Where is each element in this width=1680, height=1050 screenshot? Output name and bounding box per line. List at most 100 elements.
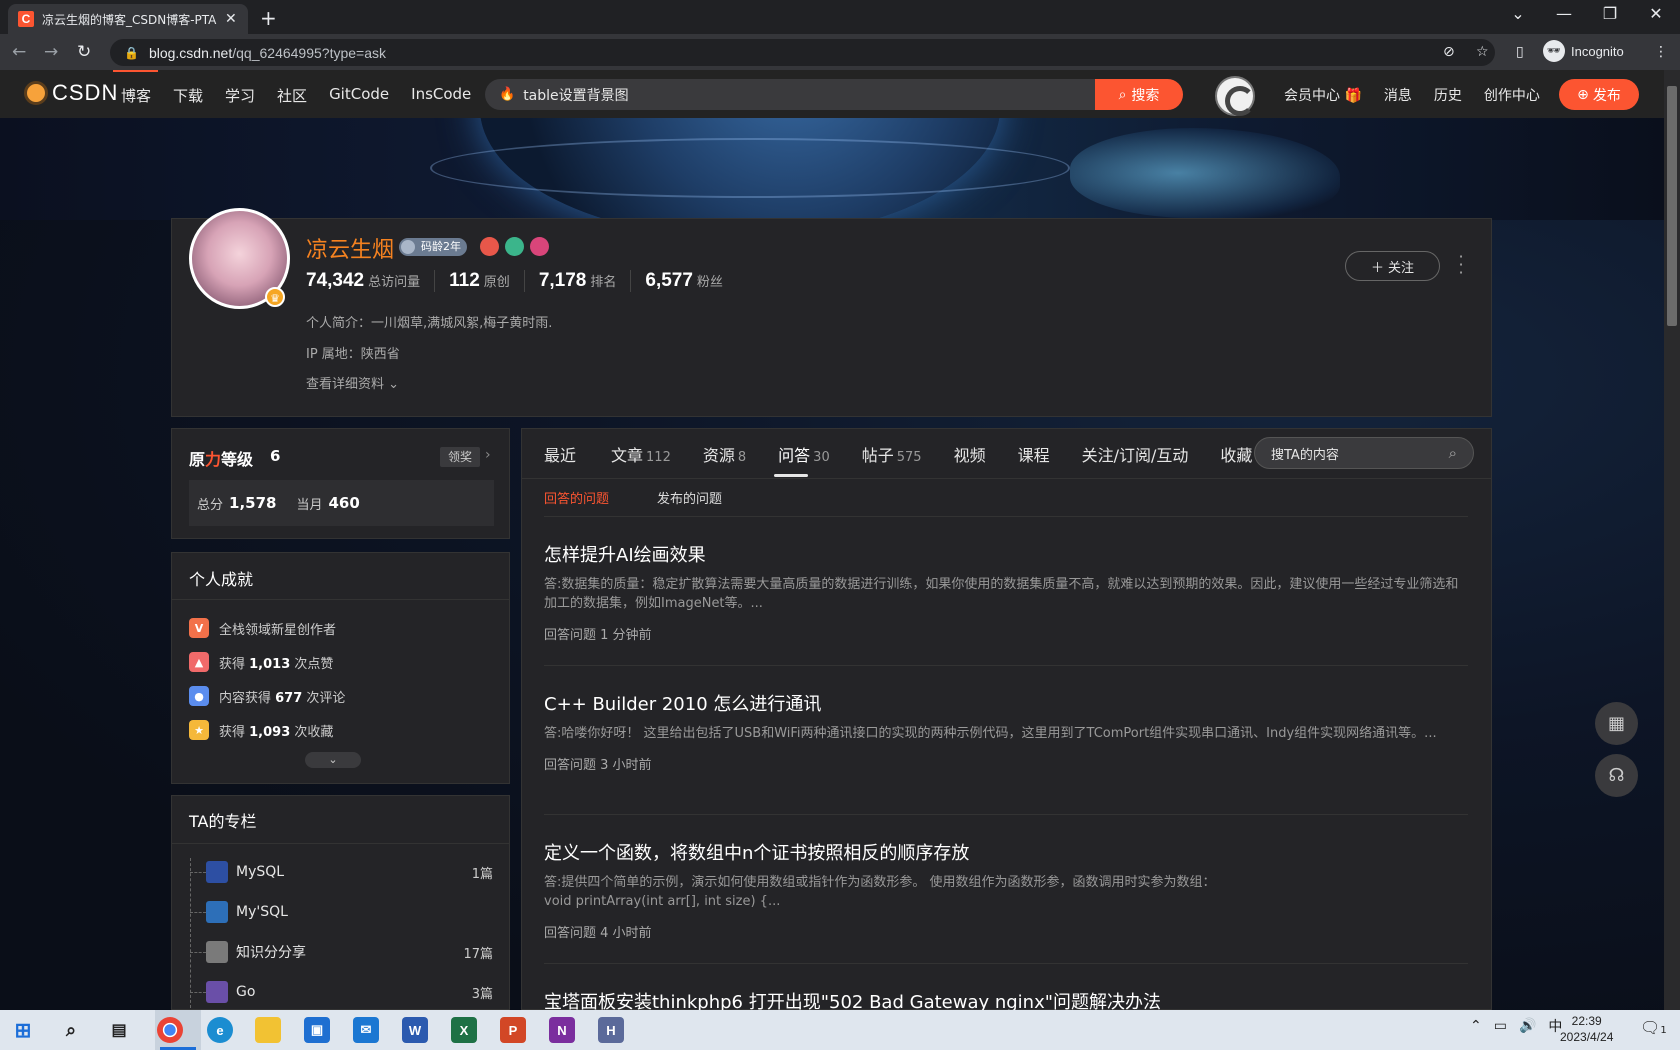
qa-title[interactable]: C++ Builder 2010 怎么进行通讯 bbox=[544, 690, 1468, 716]
stat-original-label: 原创 bbox=[483, 275, 510, 290]
qa-item[interactable]: 定义一个函数，将数组中n个证书按照相反的顺序存放 答:提供四个简单的示例，演示如… bbox=[544, 839, 1468, 941]
back-icon[interactable]: ← bbox=[12, 42, 26, 62]
nav-creator-center[interactable]: 创作中心 bbox=[1484, 85, 1540, 105]
column-name: Go bbox=[236, 984, 256, 1000]
quality-badge-icon[interactable] bbox=[505, 237, 524, 256]
nav-inscode[interactable]: InsCode bbox=[411, 85, 471, 106]
restore-icon[interactable]: ❐ bbox=[1587, 4, 1633, 23]
site-search-input[interactable]: 🔥 table设置背景图 bbox=[485, 79, 1095, 110]
qr-code-icon[interactable]: ▦ bbox=[1595, 702, 1638, 745]
file-explorer-icon[interactable] bbox=[255, 1017, 281, 1043]
qa-meta: 回答问题 4 小时前 bbox=[544, 926, 652, 941]
qa-meta: 回答问题 3 小时前 bbox=[544, 758, 652, 773]
nav-learn[interactable]: 学习 bbox=[225, 85, 255, 106]
csdn-logo[interactable]: CSDN bbox=[24, 80, 118, 106]
divider bbox=[172, 843, 509, 844]
qa-item[interactable]: 怎样提升AI绘画效果 答:数据集的质量：稳定扩散算法需要大量高质量的数据进行训练… bbox=[544, 541, 1468, 643]
close-window-icon[interactable]: ✕ bbox=[1633, 4, 1679, 23]
publish-button[interactable]: ⊕ 发布 bbox=[1559, 79, 1639, 110]
community-badge-icon[interactable] bbox=[530, 237, 549, 256]
user-content-search-input[interactable]: 搜TA的内容 ⌕ bbox=[1254, 437, 1474, 469]
column-item[interactable]: 知识分分享 17篇 bbox=[190, 941, 493, 963]
clock[interactable]: 22:39 2023/4/24 bbox=[1560, 1013, 1613, 1045]
qa-title[interactable]: 定义一个函数，将数组中n个证书按照相反的顺序存放 bbox=[544, 839, 1468, 865]
more-options-icon[interactable]: · · · bbox=[1457, 249, 1465, 281]
tab-recent[interactable]: 最近 bbox=[544, 442, 579, 466]
qa-item[interactable]: C++ Builder 2010 怎么进行通讯 答:哈喽你好呀！ 这里给出包括了… bbox=[544, 690, 1468, 773]
notification-center[interactable]: 🗨1 bbox=[1640, 1018, 1667, 1037]
expand-achievements-chevron-icon[interactable]: ⌄ bbox=[305, 752, 361, 768]
incognito-profile[interactable]: 🕶 Incognito bbox=[1543, 40, 1624, 62]
close-tab-icon[interactable]: ✕ bbox=[225, 11, 237, 27]
chevron-up-icon[interactable]: ⌃ bbox=[1470, 1018, 1482, 1034]
tab-follow-subscribe[interactable]: 关注/订阅/互动 bbox=[1082, 442, 1189, 466]
minimize-icon[interactable]: — bbox=[1541, 4, 1587, 23]
profile-details-link[interactable]: 查看详细资料 ⌄ bbox=[306, 373, 399, 392]
edge-icon[interactable]: e bbox=[207, 1017, 233, 1043]
creator-badge-icon[interactable] bbox=[480, 237, 499, 256]
subtab-asked[interactable]: 发布的问题 bbox=[657, 488, 722, 507]
network-icon[interactable]: ▭ bbox=[1494, 1018, 1507, 1034]
tab-posts[interactable]: 帖子 575 bbox=[862, 442, 922, 466]
volume-icon[interactable]: 🔊 bbox=[1519, 1018, 1536, 1034]
word-icon[interactable]: W bbox=[402, 1017, 428, 1043]
side-panel-icon[interactable]: ▯ bbox=[1516, 44, 1524, 60]
tab-videos[interactable]: 视频 bbox=[954, 442, 986, 466]
browser-menu-icon[interactable]: ⋮ bbox=[1654, 44, 1668, 60]
user-avatar[interactable] bbox=[1215, 76, 1255, 116]
achievement-post: 次点赞 bbox=[290, 656, 334, 672]
customer-service-headset-icon[interactable]: ☊ bbox=[1595, 754, 1638, 797]
qa-answer: 答:提供四个简单的示例，演示如何使用数组或指针作为函数形参。 使用数组作为函数形… bbox=[544, 875, 1216, 909]
nav-gitcode[interactable]: GitCode bbox=[329, 85, 389, 106]
achievement-item: ▲ 获得 1,013 次点赞 bbox=[189, 652, 333, 672]
nav-history[interactable]: 历史 bbox=[1434, 85, 1462, 105]
scrollbar-thumb[interactable] bbox=[1667, 86, 1677, 326]
eye-off-icon[interactable]: ⊘ bbox=[1443, 44, 1455, 60]
clock-date: 2023/4/24 bbox=[1560, 1030, 1614, 1044]
search-icon[interactable]: ⌕ bbox=[58, 1017, 84, 1043]
chrome-icon[interactable] bbox=[157, 1017, 183, 1043]
nav-blog[interactable]: 博客 bbox=[121, 85, 151, 106]
windows-start-icon[interactable]: ⊞ bbox=[10, 1017, 36, 1043]
browser-tab[interactable]: C 凉云生烟的博客_CSDN博客-PTA ✕ bbox=[8, 4, 248, 34]
onenote-icon[interactable]: N bbox=[549, 1017, 575, 1043]
tab-search-icon[interactable]: ⌄ bbox=[1495, 4, 1541, 23]
excel-icon[interactable]: X bbox=[451, 1017, 477, 1043]
app-icon[interactable]: H bbox=[598, 1017, 624, 1043]
search-button-label: 搜索 bbox=[1131, 87, 1160, 104]
column-cover-icon bbox=[206, 941, 228, 963]
nav-vip-center[interactable]: 会员中心 🎁 bbox=[1284, 85, 1362, 105]
store-icon[interactable]: ▣ bbox=[304, 1017, 330, 1043]
column-item[interactable]: My'SQL bbox=[190, 901, 493, 923]
omnibox[interactable]: 🔒 blog.csdn.net/qq_62464995?type=ask bbox=[110, 39, 1495, 66]
system-tray: ⌃ ▭ 🔊 中 bbox=[1470, 1016, 1562, 1036]
follow-button[interactable]: ＋ 关注 bbox=[1345, 251, 1440, 281]
tab-articles[interactable]: 文章 112 bbox=[611, 442, 671, 466]
tab-resources[interactable]: 资源 8 bbox=[703, 442, 746, 466]
nav-community[interactable]: 社区 bbox=[277, 85, 307, 106]
task-view-icon[interactable]: ▤ bbox=[106, 1017, 132, 1043]
bookmark-star-icon[interactable]: ☆ bbox=[1476, 44, 1489, 60]
mail-icon[interactable]: ✉ bbox=[353, 1017, 379, 1043]
monkey-logo-icon bbox=[24, 81, 48, 105]
nav-download[interactable]: 下载 bbox=[173, 85, 203, 106]
user-nav-links: 会员中心 🎁 消息 历史 创作中心 bbox=[1284, 85, 1540, 105]
collect-reward-button[interactable]: 领奖 bbox=[440, 447, 481, 467]
tab-qa[interactable]: 问答 30 bbox=[778, 442, 830, 466]
forward-icon[interactable]: → bbox=[44, 42, 58, 62]
column-item[interactable]: MySQL 1篇 bbox=[190, 861, 493, 883]
nav-messages[interactable]: 消息 bbox=[1384, 85, 1412, 105]
powerpoint-icon[interactable]: P bbox=[500, 1017, 526, 1043]
reload-icon[interactable]: ↻ bbox=[77, 42, 91, 62]
chevron-down-icon: ⌄ bbox=[384, 377, 400, 392]
divider bbox=[544, 665, 1468, 666]
qa-title[interactable]: 怎样提升AI绘画效果 bbox=[544, 541, 1468, 567]
search-button[interactable]: ⌕ 搜索 bbox=[1095, 79, 1183, 110]
chevron-right-icon[interactable]: › bbox=[485, 447, 491, 463]
new-tab-icon[interactable]: + bbox=[260, 6, 277, 30]
subtab-answered[interactable]: 回答的问题 bbox=[544, 488, 609, 507]
search-icon[interactable]: ⌕ bbox=[1449, 444, 1457, 462]
column-item[interactable]: Go 3篇 bbox=[190, 981, 493, 1003]
tab-courses[interactable]: 课程 bbox=[1018, 442, 1050, 466]
tab-favorites[interactable]: 收藏 bbox=[1220, 442, 1252, 466]
